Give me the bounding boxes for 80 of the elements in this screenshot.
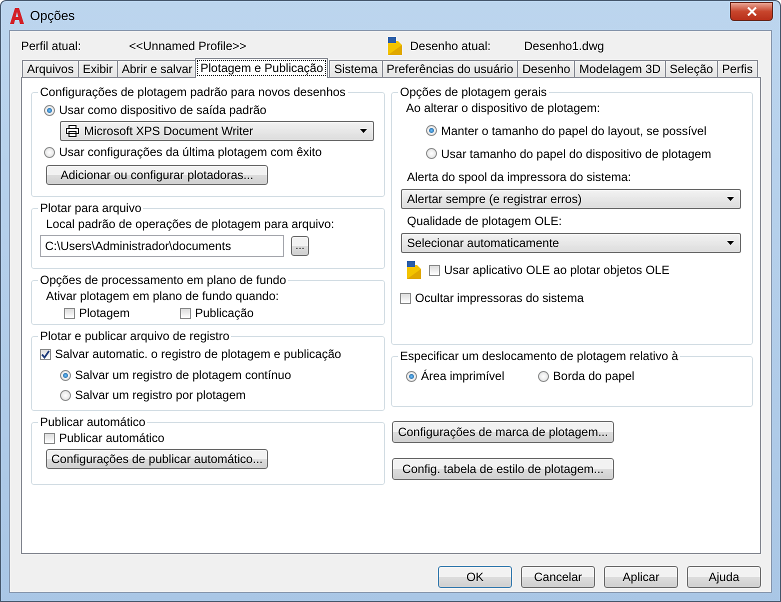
tab[interactable]: Perfis [717, 60, 758, 77]
tab[interactable]: Abrir e salvar [116, 60, 198, 77]
radio-button[interactable] [426, 148, 438, 159]
close-icon [746, 6, 756, 16]
dropdown-arrow-icon [727, 197, 734, 201]
group-title: Publicar automático [39, 415, 146, 429]
group-title: Opções de plotagem gerais [399, 85, 548, 99]
option-label: Publicar automático [59, 431, 164, 445]
dropdown-value: Selecionar automaticamente [407, 236, 560, 250]
drawing-file-icon [406, 261, 422, 279]
checkbox[interactable] [64, 308, 75, 318]
path-field[interactable]: C:\Users\Administrador\documents [40, 235, 284, 257]
tab[interactable]: Seleção [664, 60, 718, 77]
radio-button[interactable] [44, 146, 55, 158]
profile-value: <<Unnamed Profile>> [129, 39, 248, 53]
radio-button[interactable] [60, 370, 71, 380]
group-title: Opções de processamento em plano de fundo [39, 273, 288, 287]
drawing-label: Desenho atual: [410, 39, 492, 53]
section-label: Ao alterar o dispositivo de plotagem: [406, 101, 602, 115]
dialog-button[interactable]: Aplicar [604, 566, 678, 588]
field-label: Local padrão de operações de plotagem para arquivo: [46, 217, 336, 231]
app-logo-icon [10, 8, 24, 24]
group-title: Plotar para arquivo [39, 201, 142, 215]
field-label: Alerta do spool da impressora do sistema: [407, 170, 632, 184]
section-label: Ativar plotagem em plano de fundo quando: [46, 289, 280, 303]
tab[interactable]: Modelagem 3D [574, 60, 666, 77]
tab[interactable]: Exibir [78, 60, 118, 77]
dialog-button[interactable]: Ajuda [687, 566, 761, 588]
close-button[interactable] [730, 2, 773, 20]
radio-button[interactable] [426, 125, 438, 136]
option-label: Manter o tamanho do papel do layout, se possível [441, 124, 707, 138]
radio-button[interactable] [60, 390, 71, 400]
profile-label: Perfil atual: [21, 39, 82, 53]
radio-button[interactable] [538, 370, 550, 382]
option-label: Usar como dispositivo de saída padrão [59, 103, 266, 117]
checkbox[interactable] [180, 308, 191, 318]
dialog-button[interactable]: OK [438, 566, 512, 588]
tab[interactable]: Preferências do usuário [382, 60, 518, 77]
radio-button[interactable] [44, 104, 55, 116]
option-label: Salvar um registro por plotagem [75, 388, 246, 402]
add-plotter-button[interactable]: Adicionar ou configurar plotadoras... [46, 165, 268, 185]
option-label: Publicação [195, 306, 254, 320]
option-label: Plotagem [79, 306, 130, 320]
checkbox[interactable] [400, 292, 412, 304]
option-label: Ocultar impressoras do sistema [415, 291, 584, 305]
drawing-file-icon [387, 37, 403, 55]
option-label: Área imprimível [421, 369, 504, 383]
tab[interactable]: Plotagem e Publicação [195, 58, 328, 78]
option-label: Usar configurações da última plotagem com êxito [59, 145, 322, 159]
group-title: Configurações de plotagem padrão para novos desenhos [39, 85, 347, 99]
tab[interactable]: Arquivos [22, 60, 79, 77]
group-title: Plotar e publicar arquivo de registro [39, 329, 230, 343]
dialog-button[interactable]: Cancelar [521, 566, 595, 588]
checkbox[interactable] [44, 432, 55, 444]
tab[interactable]: Desenho [517, 60, 576, 77]
autopublish-settings-button[interactable]: Configurações de publicar automático... [46, 449, 268, 469]
browse-button[interactable]: ... [291, 236, 309, 256]
dropdown-arrow-icon [727, 241, 734, 245]
checkbox[interactable] [429, 264, 440, 276]
dropdown-value: Microsoft XPS Document Writer [84, 124, 254, 138]
group-title: Especificar um deslocamento de plotagem relativo à [399, 349, 680, 363]
option-label: Borda do papel [553, 369, 634, 383]
window-title: Opções [30, 8, 75, 23]
plot-style-button[interactable]: Config. tabela de estilo de plotagem... [392, 458, 614, 480]
radio-button[interactable] [406, 370, 418, 382]
field-label: Qualidade de plotagem OLE: [407, 214, 563, 228]
dropdown-arrow-icon [360, 129, 367, 133]
dropdown-value: Alertar sempre (e registrar erros) [407, 192, 583, 206]
ole-quality-dropdown[interactable]: Selecionar automaticamente [401, 233, 742, 253]
tab[interactable]: Sistema [329, 60, 382, 77]
printer-icon [66, 125, 79, 137]
option-label: Salvar automatic. o registro de plotagem e publicação [55, 347, 342, 361]
spool-alert-dropdown[interactable]: Alertar sempre (e registrar erros) [401, 189, 742, 209]
device-dropdown[interactable]: Microsoft XPS Document Writer [60, 121, 374, 141]
drawing-value: Desenho1.dwg [524, 39, 604, 53]
option-label: Usar tamanho do papel do dispositivo de plotagem [441, 146, 712, 160]
option-label: Usar aplicativo OLE ao plotar objetos OLE [444, 263, 670, 277]
checkbox[interactable] [40, 348, 51, 360]
option-label: Salvar um registro de plotagem contínuo [75, 368, 292, 382]
plot-stamp-button[interactable]: Configurações de marca de plotagem... [392, 421, 614, 443]
